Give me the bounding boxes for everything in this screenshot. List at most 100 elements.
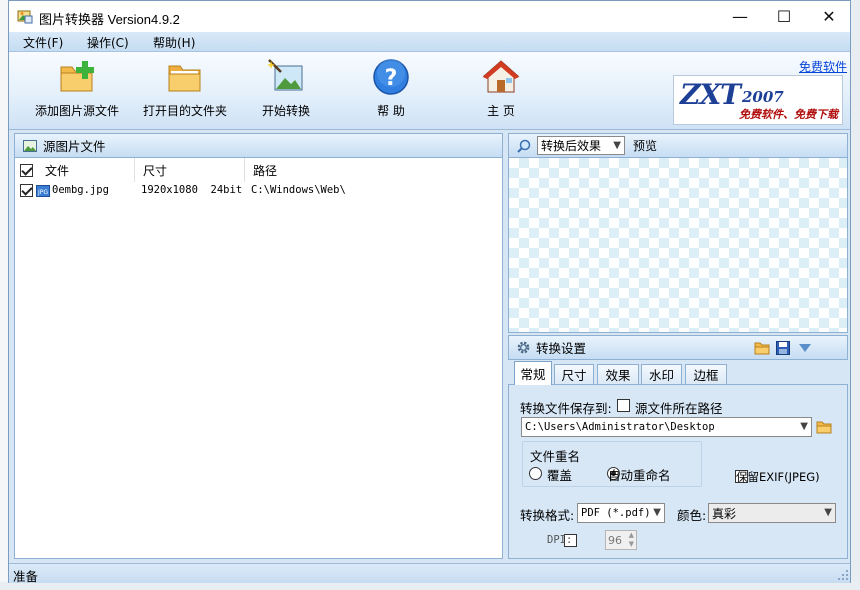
preview-label: 预览: [633, 139, 658, 153]
format-select[interactable]: PDF (*.pdf) ▼: [577, 503, 665, 523]
window-title: 图片转换器 Version4.9.2: [39, 12, 180, 27]
source-path-label: 源文件所在路径: [635, 401, 723, 416]
tab-general[interactable]: 常规: [514, 361, 552, 385]
logo-year: 2007: [742, 88, 784, 106]
auto-rename-label: 自动重命名: [608, 468, 671, 483]
minimize-button[interactable]: —: [717, 1, 763, 32]
status-text: 准备: [13, 569, 39, 584]
color-select[interactable]: 真彩 ▼: [708, 503, 836, 523]
help-button[interactable]: ? 帮 助: [361, 58, 421, 126]
keep-exif-label: 保留EXIF(JPEG): [736, 470, 820, 484]
svg-text:?: ?: [385, 66, 398, 91]
maximize-button[interactable]: ☐: [761, 1, 807, 32]
tab-size[interactable]: 尺寸: [554, 364, 594, 384]
preview-mode-select[interactable]: 转换后效果 ▼: [537, 136, 625, 155]
zxt-logo[interactable]: ZXT 2007 免费软件、免费下载: [673, 75, 843, 125]
rename-group-title: 文件重名: [530, 449, 581, 464]
overwrite-label: 覆盖: [547, 468, 573, 483]
preview-panel-header: 转换后效果 ▼ 预览: [508, 133, 848, 158]
column-header-path[interactable]: 路径: [245, 158, 503, 182]
chevron-down-icon: ▼: [824, 507, 832, 518]
source-path-checkbox[interactable]: [617, 399, 630, 412]
row-path: C:\Windows\Web\: [251, 184, 346, 196]
free-software-link[interactable]: 免费软件: [799, 58, 847, 75]
dpi-stepper[interactable]: 96 ▲ ▼: [605, 530, 637, 550]
help-icon: ?: [373, 59, 409, 95]
logo-name: ZXT: [680, 78, 741, 111]
rename-group: 文件重名 覆盖 自动重命名: [522, 441, 702, 487]
output-path-select[interactable]: C:\Users\Administrator\Desktop ▼: [521, 417, 812, 437]
folder-open-icon: [168, 65, 201, 92]
background-window-edge-bottom: [0, 582, 860, 590]
background-window-edge-right: [850, 0, 860, 590]
open-destination-folder-button[interactable]: 打开目的文件夹: [133, 58, 237, 126]
open-settings-icon[interactable]: [754, 340, 770, 355]
spin-arrows-icon: ▲ ▼: [628, 531, 634, 548]
row-checkbox[interactable]: [20, 184, 33, 197]
settings-panel-title: 转换设置: [536, 341, 587, 356]
settings-panel-header: 转换设置: [508, 335, 848, 360]
chevron-down-icon: ▼: [800, 421, 808, 432]
source-file-list[interactable]: 文件 尺寸 路径 JPG 0embg.jpg 1920x1080 24bit C…: [14, 158, 503, 559]
dpi-value: 96: [608, 533, 622, 547]
output-path-value: C:\Users\Administrator\Desktop: [525, 421, 715, 433]
chevron-down-icon: ▼: [653, 507, 661, 518]
save-settings-icon[interactable]: [776, 340, 791, 355]
select-all-checkbox[interactable]: [20, 163, 33, 177]
close-button[interactable]: ✕: [806, 1, 852, 32]
settings-body: 常规 尺寸 效果 水印 边框 转换文件保存到: 源文件所在路径 C:\Users…: [508, 360, 848, 559]
logo-slogan: 免费软件、免费下载: [739, 108, 838, 121]
collapse-icon[interactable]: [798, 343, 812, 353]
source-panel-title: 源图片文件: [43, 139, 106, 154]
resize-grip-icon[interactable]: [838, 570, 848, 580]
help-label: 帮 助: [377, 104, 405, 118]
column-file-label: 文件: [45, 163, 70, 178]
overwrite-radio[interactable]: [529, 467, 542, 480]
magnifier-icon: [517, 139, 531, 153]
folder-add-icon: [60, 61, 94, 92]
toolbar: 添加图片源文件 打开目的文件夹 开始转换 ? 帮 助 主 页 免费软件 ZXT …: [9, 52, 850, 130]
preview-canvas[interactable]: [508, 158, 848, 333]
preview-mode-value: 转换后效果: [541, 139, 602, 153]
row-file-name: 0embg.jpg: [52, 184, 109, 196]
tab-effects[interactable]: 效果: [597, 364, 639, 384]
table-row[interactable]: JPG 0embg.jpg 1920x1080 24bit C:\Windows…: [15, 182, 502, 200]
preview-panel: 转换后效果 ▼ 预览: [508, 133, 848, 333]
gear-icon: [517, 341, 530, 354]
tab-border[interactable]: 边框: [685, 364, 727, 384]
settings-panel: 转换设置 常规 尺寸 效果 水印 边框 转换文件保存到: 源文件所在路径 C:\…: [508, 335, 848, 559]
title-bar[interactable]: 图片转换器 Version4.9.2 — ☐ ✕: [9, 1, 850, 32]
column-path-label: 路径: [253, 163, 278, 178]
start-convert-button[interactable]: 开始转换: [249, 58, 323, 126]
home-button[interactable]: 主 页: [471, 58, 531, 126]
source-panel-header: 源图片文件: [14, 133, 503, 158]
format-value: PDF (*.pdf): [581, 507, 651, 519]
color-label: 颜色:: [677, 508, 707, 523]
column-header-file[interactable]: 文件: [15, 158, 135, 182]
format-label: 转换格式:: [520, 508, 575, 523]
column-header-size[interactable]: 尺寸: [135, 158, 245, 182]
menu-operate[interactable]: 操作(C): [87, 34, 129, 51]
browse-folder-icon[interactable]: [816, 419, 832, 434]
svg-text:JPG: JPG: [37, 189, 48, 196]
menu-bar: 文件(F) 操作(C) 帮助(H): [9, 32, 850, 52]
save-to-label: 转换文件保存到:: [520, 401, 612, 416]
menu-file[interactable]: 文件(F): [23, 34, 63, 51]
jpg-file-icon: JPG: [36, 185, 50, 197]
background-window-edge: [0, 0, 8, 590]
add-source-image-label: 添加图片源文件: [34, 104, 119, 118]
row-size: 1920x1080 24bit: [141, 184, 243, 196]
home-icon: [482, 60, 520, 93]
chevron-down-icon: ▼: [613, 140, 621, 151]
color-value: 真彩: [712, 506, 737, 521]
add-source-image-button[interactable]: 添加图片源文件: [25, 58, 129, 126]
status-bar: 准备: [9, 563, 850, 584]
magic-wand-image-icon: [267, 59, 303, 91]
home-label: 主 页: [487, 104, 515, 118]
open-destination-folder-label: 打开目的文件夹: [142, 104, 227, 118]
tab-watermark[interactable]: 水印: [641, 364, 682, 384]
source-images-panel: 源图片文件 文件 尺寸 路径 JPG 0embg.jpg 1920x1080 2…: [14, 133, 503, 559]
app-window: 图片转换器 Version4.9.2 — ☐ ✕ 文件(F) 操作(C) 帮助(…: [8, 0, 851, 584]
menu-help[interactable]: 帮助(H): [153, 34, 195, 51]
image-icon: [23, 139, 37, 152]
